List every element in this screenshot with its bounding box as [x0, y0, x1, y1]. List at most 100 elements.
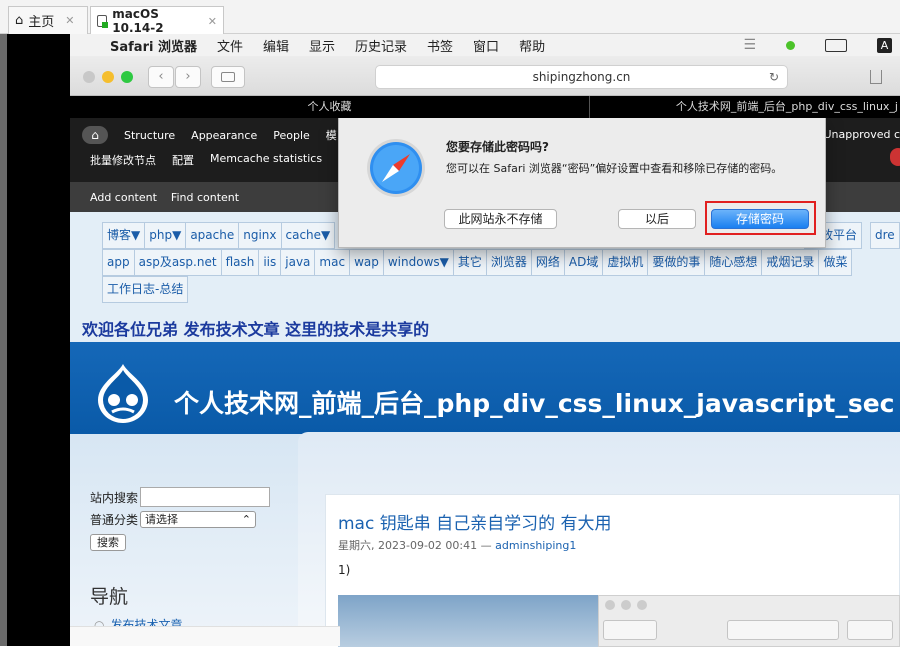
link-todo[interactable]: 要做的事: [647, 249, 706, 276]
nav-title: 导航: [90, 586, 129, 608]
search-button[interactable]: 搜索: [90, 534, 126, 551]
screenshot-view-icon: [727, 620, 839, 640]
site-title[interactable]: 个人技术网_前端_后台_php_div_css_linux_javascript…: [174, 384, 895, 420]
link-iis[interactable]: iis: [258, 249, 282, 276]
chevron-right-icon: ›: [185, 69, 191, 84]
link-ad[interactable]: AD域: [563, 249, 604, 276]
article-body: 1): [338, 563, 351, 577]
minimize-window-button[interactable]: [102, 71, 114, 83]
link-flash[interactable]: flash: [220, 249, 260, 276]
forward-button[interactable]: ›: [175, 66, 201, 88]
address-bar[interactable]: shipingzhong.cn ↻: [375, 65, 788, 89]
vm-tab-home[interactable]: ⌂ 主页 ✕: [8, 6, 88, 34]
never-save-button[interactable]: 此网站永不存储: [444, 209, 557, 229]
link-thoughts[interactable]: 随心感想: [704, 249, 763, 276]
link-network[interactable]: 网络: [530, 249, 565, 276]
vm-icon: [97, 15, 109, 28]
category-select[interactable]: 请选择 ⌃: [140, 510, 257, 528]
admin-config[interactable]: 配置: [172, 152, 194, 168]
zoom-window-button[interactable]: [121, 71, 133, 83]
article-meta: 星期六, 2023-09-02 00:41 — adminshiping1: [338, 537, 576, 553]
link-dre[interactable]: dre: [870, 222, 900, 249]
link-mac[interactable]: mac: [314, 249, 351, 276]
safari-compass-icon: [367, 139, 425, 197]
menu-window[interactable]: 窗口: [473, 36, 499, 55]
admin-unapproved[interactable]: Unapproved c: [823, 128, 900, 141]
tab-favorites[interactable]: 个人收藏: [70, 96, 590, 118]
tab-site[interactable]: 个人技术网_前端_后台_php_div_css_linux_j: [590, 96, 900, 118]
status-dot-icon: [786, 40, 795, 50]
url-text: shipingzhong.cn: [532, 70, 631, 84]
link-php[interactable]: php▼: [144, 222, 187, 249]
admin-home-icon[interactable]: ⌂: [82, 126, 108, 144]
link-wap[interactable]: wap: [349, 249, 384, 276]
search-input[interactable]: [140, 487, 271, 507]
admin-memcache[interactable]: Memcache statistics: [210, 152, 322, 168]
later-button[interactable]: 以后: [618, 209, 696, 229]
screenshot-group-icon: [847, 620, 893, 640]
vm-tab-home-label: 主页: [28, 15, 55, 30]
category-select-value: 请选择: [145, 512, 179, 526]
menu-history[interactable]: 历史记录: [355, 36, 407, 55]
menu-app-name[interactable]: Safari 浏览器: [110, 36, 197, 55]
share-icon[interactable]: [870, 70, 882, 84]
reload-icon[interactable]: ↻: [769, 66, 779, 88]
link-worklog[interactable]: 工作日志-总结: [102, 276, 189, 303]
menu-help[interactable]: 帮助: [519, 36, 545, 55]
menu-edit[interactable]: 编辑: [263, 36, 289, 55]
admin-structure[interactable]: Structure: [124, 129, 175, 142]
sidebar-toggle-button[interactable]: [211, 66, 245, 88]
welcome-text: 欢迎各位兄弟 发布技术文章 这里的技术是共享的: [82, 320, 430, 339]
top-links-row2: app asp及asp.net flash iis java mac wap w…: [102, 249, 900, 276]
menu-file[interactable]: 文件: [217, 36, 243, 55]
menu-view[interactable]: 显示: [309, 36, 335, 55]
screenshot-nav-icon: [603, 620, 657, 640]
article-image: [338, 595, 598, 647]
window-dots-icon: [605, 600, 647, 610]
link-java[interactable]: java: [280, 249, 316, 276]
link-other[interactable]: 其它: [452, 249, 487, 276]
article-author[interactable]: adminshiping1: [495, 539, 576, 552]
back-button[interactable]: ‹: [148, 66, 174, 88]
input-source-icon[interactable]: A: [877, 37, 892, 53]
article-separator: —: [480, 539, 492, 552]
link-blog[interactable]: 博客▼: [102, 222, 146, 249]
chevron-left-icon: ‹: [158, 69, 164, 84]
page-content: 博客▼ php▼ apache nginx cache▼ 开放平台 dre ap…: [70, 212, 900, 647]
display-icon[interactable]: [825, 38, 847, 52]
dialog-title: 您要存储此密码吗?: [446, 140, 549, 154]
link-quit-smoking[interactable]: 戒烟记录: [761, 249, 820, 276]
vm-tab-macos[interactable]: macOS 10.14-2 ✕: [90, 6, 224, 35]
shortcut-add-content[interactable]: Add content: [90, 191, 157, 204]
dialog-message: 您可以在 Safari 浏览器“密码”偏好设置中查看和移除已存储的密码。: [446, 162, 783, 175]
link-windows[interactable]: windows▼: [382, 249, 454, 276]
close-icon[interactable]: ✕: [208, 15, 217, 28]
article-card: mac 钥匙串 自己亲自学习的 有大用 星期六, 2023-09-02 00:4…: [325, 494, 900, 647]
admin-modules[interactable]: 模: [326, 127, 337, 143]
article-date: 星期六, 2023-09-02 00:41: [338, 539, 478, 552]
chevron-updown-icon: ⌃: [241, 512, 252, 526]
link-apache[interactable]: apache: [185, 222, 240, 249]
link-asp[interactable]: asp及asp.net: [133, 249, 222, 276]
drupal-logo-icon[interactable]: [94, 362, 152, 424]
link-cache[interactable]: cache▼: [280, 222, 336, 249]
shortcut-find-content[interactable]: Find content: [171, 191, 239, 204]
link-nginx[interactable]: nginx: [238, 222, 282, 249]
category-label: 普通分类: [90, 512, 139, 527]
admin-bulk-edit[interactable]: 批量修改节点: [90, 152, 156, 168]
top-links-row3: 工作日志-总结: [102, 276, 900, 303]
list-icon[interactable]: ☰: [743, 37, 756, 53]
link-cooking[interactable]: 做菜: [818, 249, 853, 276]
close-window-button[interactable]: [83, 71, 95, 83]
admin-people[interactable]: People: [273, 129, 310, 142]
close-icon[interactable]: ✕: [65, 14, 74, 27]
bottom-strip: [70, 626, 340, 646]
link-browser[interactable]: 浏览器: [485, 249, 532, 276]
article-title[interactable]: mac 钥匙串 自己亲自学习的 有大用: [338, 509, 612, 534]
link-app[interactable]: app: [102, 249, 135, 276]
link-vm[interactable]: 虚拟机: [602, 249, 649, 276]
sidebar-icon: [221, 72, 235, 82]
admin-appearance[interactable]: Appearance: [191, 129, 257, 142]
menu-bookmarks[interactable]: 书签: [427, 36, 453, 55]
vm-left-border: [0, 34, 70, 646]
